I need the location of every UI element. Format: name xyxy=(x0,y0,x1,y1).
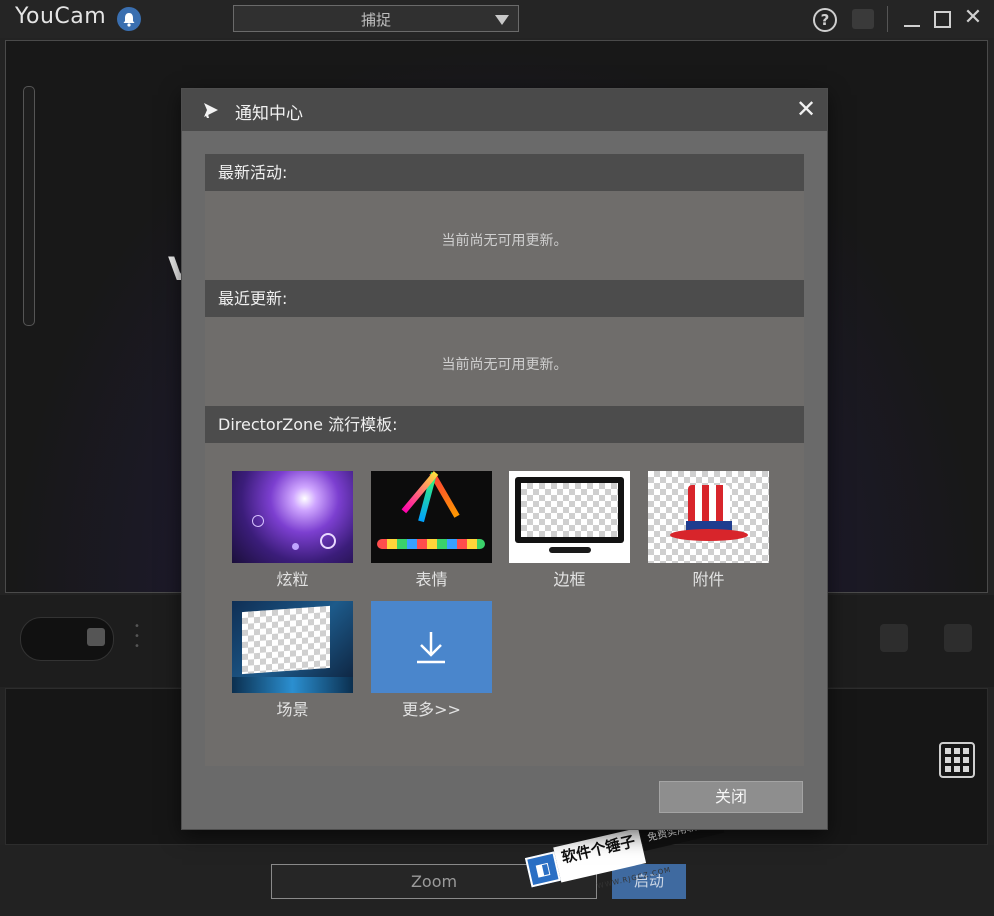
video-camera-icon xyxy=(87,628,105,646)
template-label: 场景 xyxy=(276,700,309,719)
template-emotion[interactable]: 表情 xyxy=(371,471,492,590)
more-options-icon[interactable]: • • • xyxy=(134,622,142,662)
template-label: 边框 xyxy=(553,570,586,589)
dialog-header: 通知中心 ✕ xyxy=(182,89,827,131)
section-latest-activity-message: 当前尚无可用更新。 xyxy=(441,233,568,249)
maximize-icon[interactable] xyxy=(934,11,951,28)
mode-dropdown[interactable]: 捕捉 xyxy=(233,5,519,32)
watermark-brand: 软件个锤子 WWW.RJGCZ.COM xyxy=(553,827,672,890)
dialog-close-icon[interactable]: ✕ xyxy=(794,95,818,123)
template-particles[interactable]: 炫粒 xyxy=(232,471,353,590)
section-recent-updates-message: 当前尚无可用更新。 xyxy=(441,357,568,373)
minimize-icon[interactable] xyxy=(904,25,920,27)
close-window-icon[interactable]: ✕ xyxy=(962,5,984,31)
close-button[interactable]: 关闭 xyxy=(659,781,803,813)
megaphone-icon xyxy=(204,103,218,118)
emotion-thumbnail-icon xyxy=(371,471,492,563)
title-divider xyxy=(887,6,888,32)
effects-icon[interactable] xyxy=(880,624,908,652)
help-icon[interactable]: ? xyxy=(813,8,837,32)
title-bar: YouCam 捕捉 ? ✕ xyxy=(0,0,994,38)
dialog-body: 最新活动: 当前尚无可用更新。 最近更新: 当前尚无可用更新。 Director… xyxy=(205,154,804,766)
app-title: YouCam xyxy=(15,4,107,29)
accessory-hat-thumbnail-icon xyxy=(648,471,769,563)
notification-bell-icon[interactable] xyxy=(117,7,141,31)
chevron-down-icon xyxy=(495,15,509,25)
notification-center-dialog: 通知中心 ✕ 最新活动: 当前尚无可用更新。 最近更新: 当前尚无可用更新。 D… xyxy=(182,89,827,829)
particles-thumbnail-icon xyxy=(232,471,353,563)
section-directorzone-heading: DirectorZone 流行模板: xyxy=(205,406,804,443)
dialog-title: 通知中心 xyxy=(235,104,303,124)
watermark-brand-text: 软件个锤子 xyxy=(559,832,637,867)
download-icon xyxy=(417,632,445,664)
frame-thumbnail-icon xyxy=(509,471,630,563)
scene-thumbnail-icon xyxy=(232,601,353,693)
template-label: 更多>> xyxy=(402,700,461,719)
zoom-slider[interactable] xyxy=(23,86,35,326)
settings-icon[interactable] xyxy=(852,9,874,29)
template-label: 炫粒 xyxy=(276,570,309,589)
snapshot-icon[interactable] xyxy=(944,624,972,652)
template-label: 表情 xyxy=(415,570,448,589)
template-accessory[interactable]: 附件 xyxy=(648,471,769,590)
more-templates-tile xyxy=(371,601,492,693)
section-recent-updates-heading: 最近更新: xyxy=(205,280,804,317)
section-latest-activity-heading: 最新活动: xyxy=(205,154,804,191)
template-more[interactable]: 更多>> xyxy=(371,601,492,720)
template-label: 附件 xyxy=(692,570,725,589)
template-scene[interactable]: 场景 xyxy=(232,601,353,720)
mode-dropdown-value: 捕捉 xyxy=(360,11,391,29)
template-frame[interactable]: 边框 xyxy=(509,471,630,590)
grid-view-icon[interactable] xyxy=(939,742,975,778)
